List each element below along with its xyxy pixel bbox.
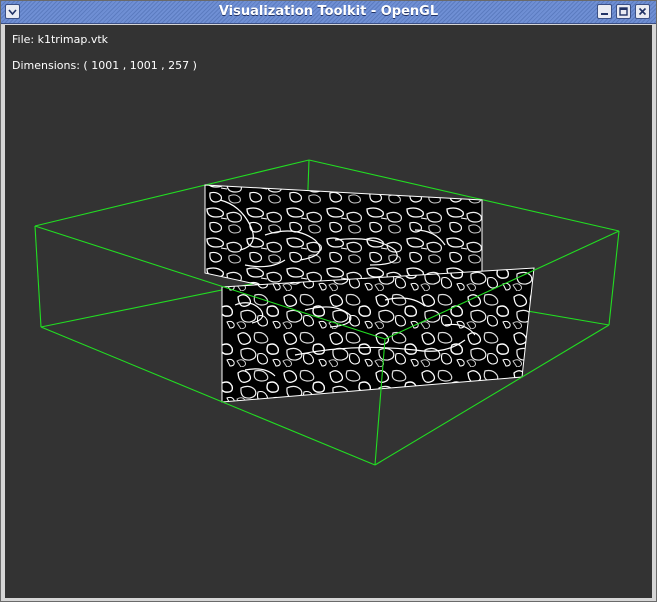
dimensions-info: Dimensions: ( 1001 , 1001 , 257 ) bbox=[12, 59, 197, 72]
vtk-render-window: Visualization Toolkit - OpenGL File: k1t… bbox=[0, 0, 657, 602]
close-icon bbox=[638, 7, 647, 16]
slice-plane-yz bbox=[221, 267, 535, 403]
file-name: k1trimap.vtk bbox=[37, 33, 109, 46]
maximize-button[interactable] bbox=[616, 4, 631, 19]
minimize-button[interactable] bbox=[597, 4, 612, 19]
3d-scene bbox=[34, 159, 620, 466]
close-button[interactable] bbox=[635, 4, 650, 19]
file-info: File: k1trimap.vtk bbox=[12, 33, 108, 46]
title-bar[interactable]: Visualization Toolkit - OpenGL bbox=[1, 1, 656, 24]
maximize-icon bbox=[619, 7, 628, 16]
dimensions-label: Dimensions: bbox=[12, 59, 80, 72]
file-label: File: bbox=[12, 33, 35, 46]
window-title: Visualization Toolkit - OpenGL bbox=[218, 4, 439, 19]
dimensions-value: ( 1001 , 1001 , 257 ) bbox=[83, 59, 197, 72]
render-viewport[interactable]: File: k1trimap.vtk Dimensions: ( 1001 , … bbox=[5, 25, 652, 598]
minimize-icon bbox=[601, 13, 608, 15]
